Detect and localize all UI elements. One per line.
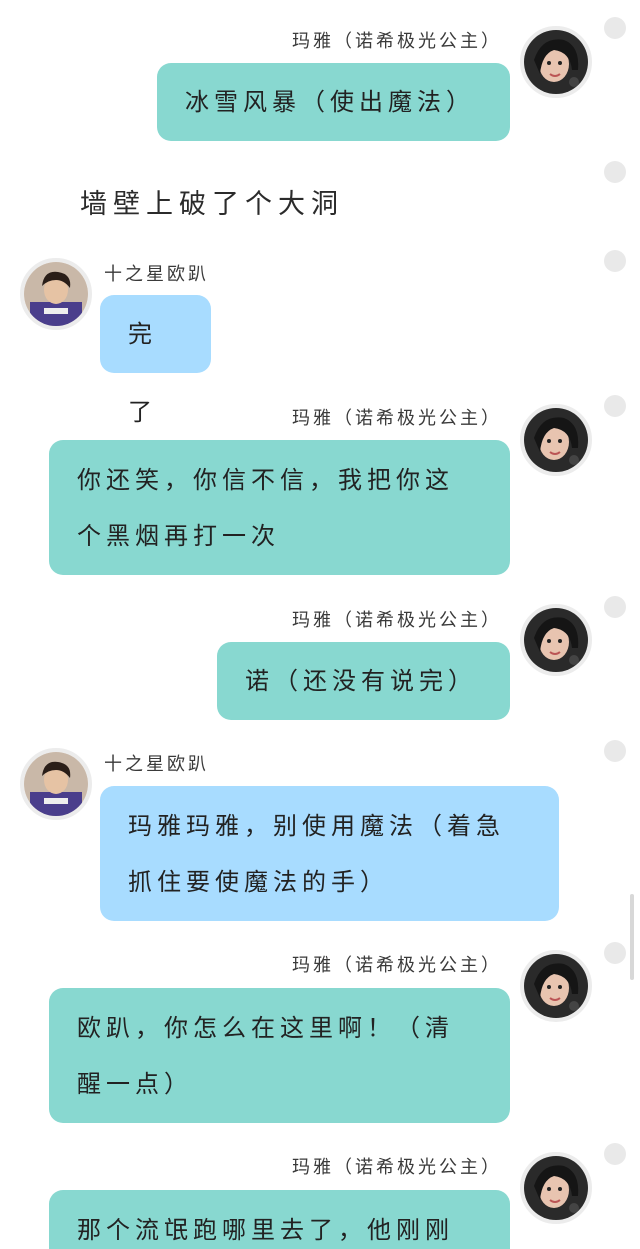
sender-name: 玛雅（诺希极光公主） <box>292 610 502 631</box>
select-dot[interactable] <box>604 740 626 762</box>
girl-avatar-icon[interactable] <box>520 950 592 1022</box>
message-bubble[interactable]: 完了 <box>100 295 211 426</box>
boy-avatar-icon[interactable] <box>20 258 92 330</box>
select-dot[interactable] <box>604 250 626 272</box>
sender-name: 十之星欧趴 <box>104 264 209 285</box>
message-bubble[interactable]: 欧趴，你怎么在这里啊！（清 醒一点） <box>49 988 510 1123</box>
message-line: 醒一点） <box>77 1070 193 1098</box>
select-dot[interactable] <box>604 17 626 39</box>
sender-name: 玛雅（诺希极光公主） <box>292 31 502 52</box>
message-bubble[interactable]: 你还笑，你信不信，我把你这 个黑烟再打一次 <box>49 440 510 575</box>
girl-avatar-icon[interactable] <box>520 604 592 676</box>
message-line: 个黑烟再打一次 <box>77 522 280 550</box>
girl-avatar-icon[interactable] <box>520 26 592 98</box>
message-line: 玛雅玛雅，别使用魔法（着急 <box>128 812 505 840</box>
girl-avatar-icon[interactable] <box>520 1152 592 1224</box>
sender-name: 玛雅（诺希极光公主） <box>292 1157 502 1178</box>
girl-avatar-icon[interactable] <box>520 404 592 476</box>
message-bubble[interactable]: 冰雪风暴（使出魔法） <box>157 63 510 141</box>
message-bubble[interactable]: 那个流氓跑哪里去了，他刚刚 <box>49 1190 510 1249</box>
message-line: 你还笑，你信不信，我把你这 <box>77 466 454 494</box>
message-line: 抓住要使魔法的手） <box>128 868 389 896</box>
sender-name: 玛雅（诺希极光公主） <box>292 955 502 976</box>
scrollbar[interactable] <box>630 894 634 980</box>
boy-avatar-icon[interactable] <box>20 748 92 820</box>
select-dot[interactable] <box>604 596 626 618</box>
narration-text: 墙壁上破了个大洞 <box>80 189 344 220</box>
select-dot[interactable] <box>604 1143 626 1165</box>
select-dot[interactable] <box>604 942 626 964</box>
select-dot[interactable] <box>604 395 626 417</box>
chat-screen: 玛雅（诺希极光公主） 冰雪风暴（使出魔法） 墙壁上破了个大洞 十之星欧趴 完了 … <box>0 0 640 1249</box>
message-line: 那个流氓跑哪里去了，他刚刚 <box>77 1216 454 1244</box>
message-line: 欧趴，你怎么在这里啊！（清 <box>77 1014 454 1042</box>
sender-name: 玛雅（诺希极光公主） <box>292 408 502 429</box>
message-bubble[interactable]: 诺（还没有说完） <box>217 642 510 720</box>
message-bubble[interactable]: 玛雅玛雅，别使用魔法（着急 抓住要使魔法的手） <box>100 786 559 921</box>
sender-name: 十之星欧趴 <box>104 754 209 775</box>
select-dot[interactable] <box>604 161 626 183</box>
